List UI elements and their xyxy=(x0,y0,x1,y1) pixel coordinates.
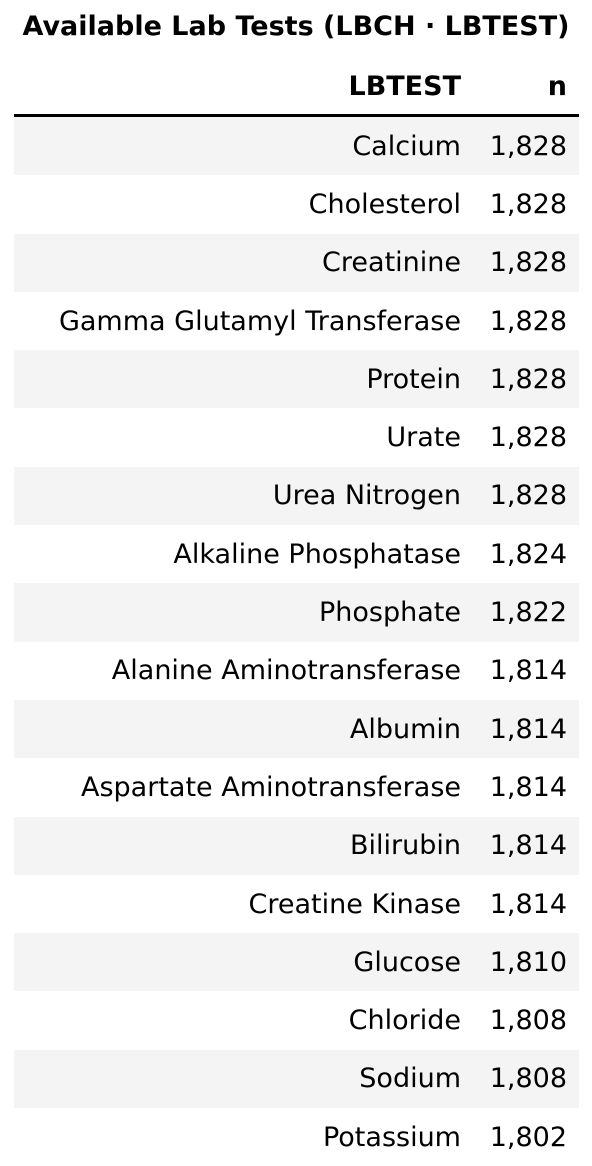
table-row: Calcium 1,828 xyxy=(14,117,579,176)
table-row: Potassium 1,802 xyxy=(14,1108,579,1166)
cell-n: 1,814 xyxy=(489,830,567,862)
cell-n: 1,828 xyxy=(489,305,567,337)
cell-n: 1,814 xyxy=(489,888,567,920)
cell-lbtest: Urate xyxy=(386,422,461,454)
cell-n: 1,824 xyxy=(489,538,567,570)
cell-lbtest: Aspartate Aminotransferase xyxy=(81,771,461,803)
table-row: Urate 1,828 xyxy=(14,408,579,466)
cell-n: 1,828 xyxy=(489,247,567,279)
cell-lbtest: Potassium xyxy=(322,1121,461,1153)
table-row: Glucose 1,810 xyxy=(14,933,579,992)
cell-n: 1,802 xyxy=(489,1121,567,1153)
cell-n: 1,828 xyxy=(489,422,567,454)
cell-lbtest: Cholesterol xyxy=(308,188,461,220)
cell-lbtest: Protein xyxy=(366,363,461,395)
cell-lbtest: Urea Nitrogen xyxy=(272,480,461,512)
table-body: Calcium 1,828 Cholesterol 1,828 Creatinine 1,… xyxy=(14,117,579,1166)
column-header-n: n xyxy=(547,70,567,102)
table-row: Gamma Glutamyl Transferase 1,828 xyxy=(14,292,579,350)
cell-n: 1,814 xyxy=(489,771,567,803)
cell-lbtest: Glucose xyxy=(353,946,461,978)
cell-lbtest: Chloride xyxy=(348,1005,461,1037)
cell-lbtest: Creatine Kinase xyxy=(248,888,461,920)
lab-tests-table: LBTEST n Calcium 1,828 Cholesterol 1,828 Cre… xyxy=(14,58,579,1166)
cell-n: 1,810 xyxy=(489,946,567,978)
cell-n: 1,828 xyxy=(489,188,567,220)
cell-lbtest: Calcium xyxy=(352,130,461,162)
table-row: Sodium 1,808 xyxy=(14,1049,579,1109)
table-row: Creatinine 1,828 xyxy=(14,233,579,292)
table-row: Creatine Kinase 1,814 xyxy=(14,875,579,933)
cell-lbtest: Albumin xyxy=(349,713,461,745)
table-row: Bilirubin 1,814 xyxy=(14,816,579,875)
cell-lbtest: Sodium xyxy=(359,1063,461,1095)
table-row: Urea Nitrogen 1,828 xyxy=(14,466,579,526)
cell-lbtest: Bilirubin xyxy=(350,830,461,862)
cell-lbtest: Alkaline Phosphatase xyxy=(173,538,461,570)
table-row: Chloride 1,808 xyxy=(14,991,579,1049)
cell-n: 1,828 xyxy=(489,363,567,395)
table-row: Albumin 1,814 xyxy=(14,699,579,759)
cell-n: 1,822 xyxy=(489,597,567,629)
table-title: Available Lab Tests (LBCH · LBTEST) xyxy=(22,11,570,42)
cell-lbtest: Creatinine xyxy=(322,247,461,279)
cell-n: 1,808 xyxy=(489,1063,567,1095)
table-row: Phosphate 1,822 xyxy=(14,583,579,642)
cell-n: 1,828 xyxy=(489,480,567,512)
cell-n: 1,814 xyxy=(489,655,567,687)
cell-lbtest: Gamma Glutamyl Transferase xyxy=(58,305,461,337)
table-row: Alanine Aminotransferase 1,814 xyxy=(14,642,579,700)
column-header-lbtest: LBTEST xyxy=(348,70,461,102)
cell-lbtest: Phosphate xyxy=(319,597,461,629)
table-row: Protein 1,828 xyxy=(14,350,579,409)
table-row: Alkaline Phosphatase 1,824 xyxy=(14,525,579,583)
table-row: Aspartate Aminotransferase 1,814 xyxy=(14,758,579,816)
cell-lbtest: Alanine Aminotransferase xyxy=(111,655,461,687)
cell-n: 1,828 xyxy=(489,130,567,162)
table-header: LBTEST n xyxy=(14,58,579,117)
cell-n: 1,814 xyxy=(489,713,567,745)
table-row: Cholesterol 1,828 xyxy=(14,175,579,233)
cell-n: 1,808 xyxy=(489,1005,567,1037)
